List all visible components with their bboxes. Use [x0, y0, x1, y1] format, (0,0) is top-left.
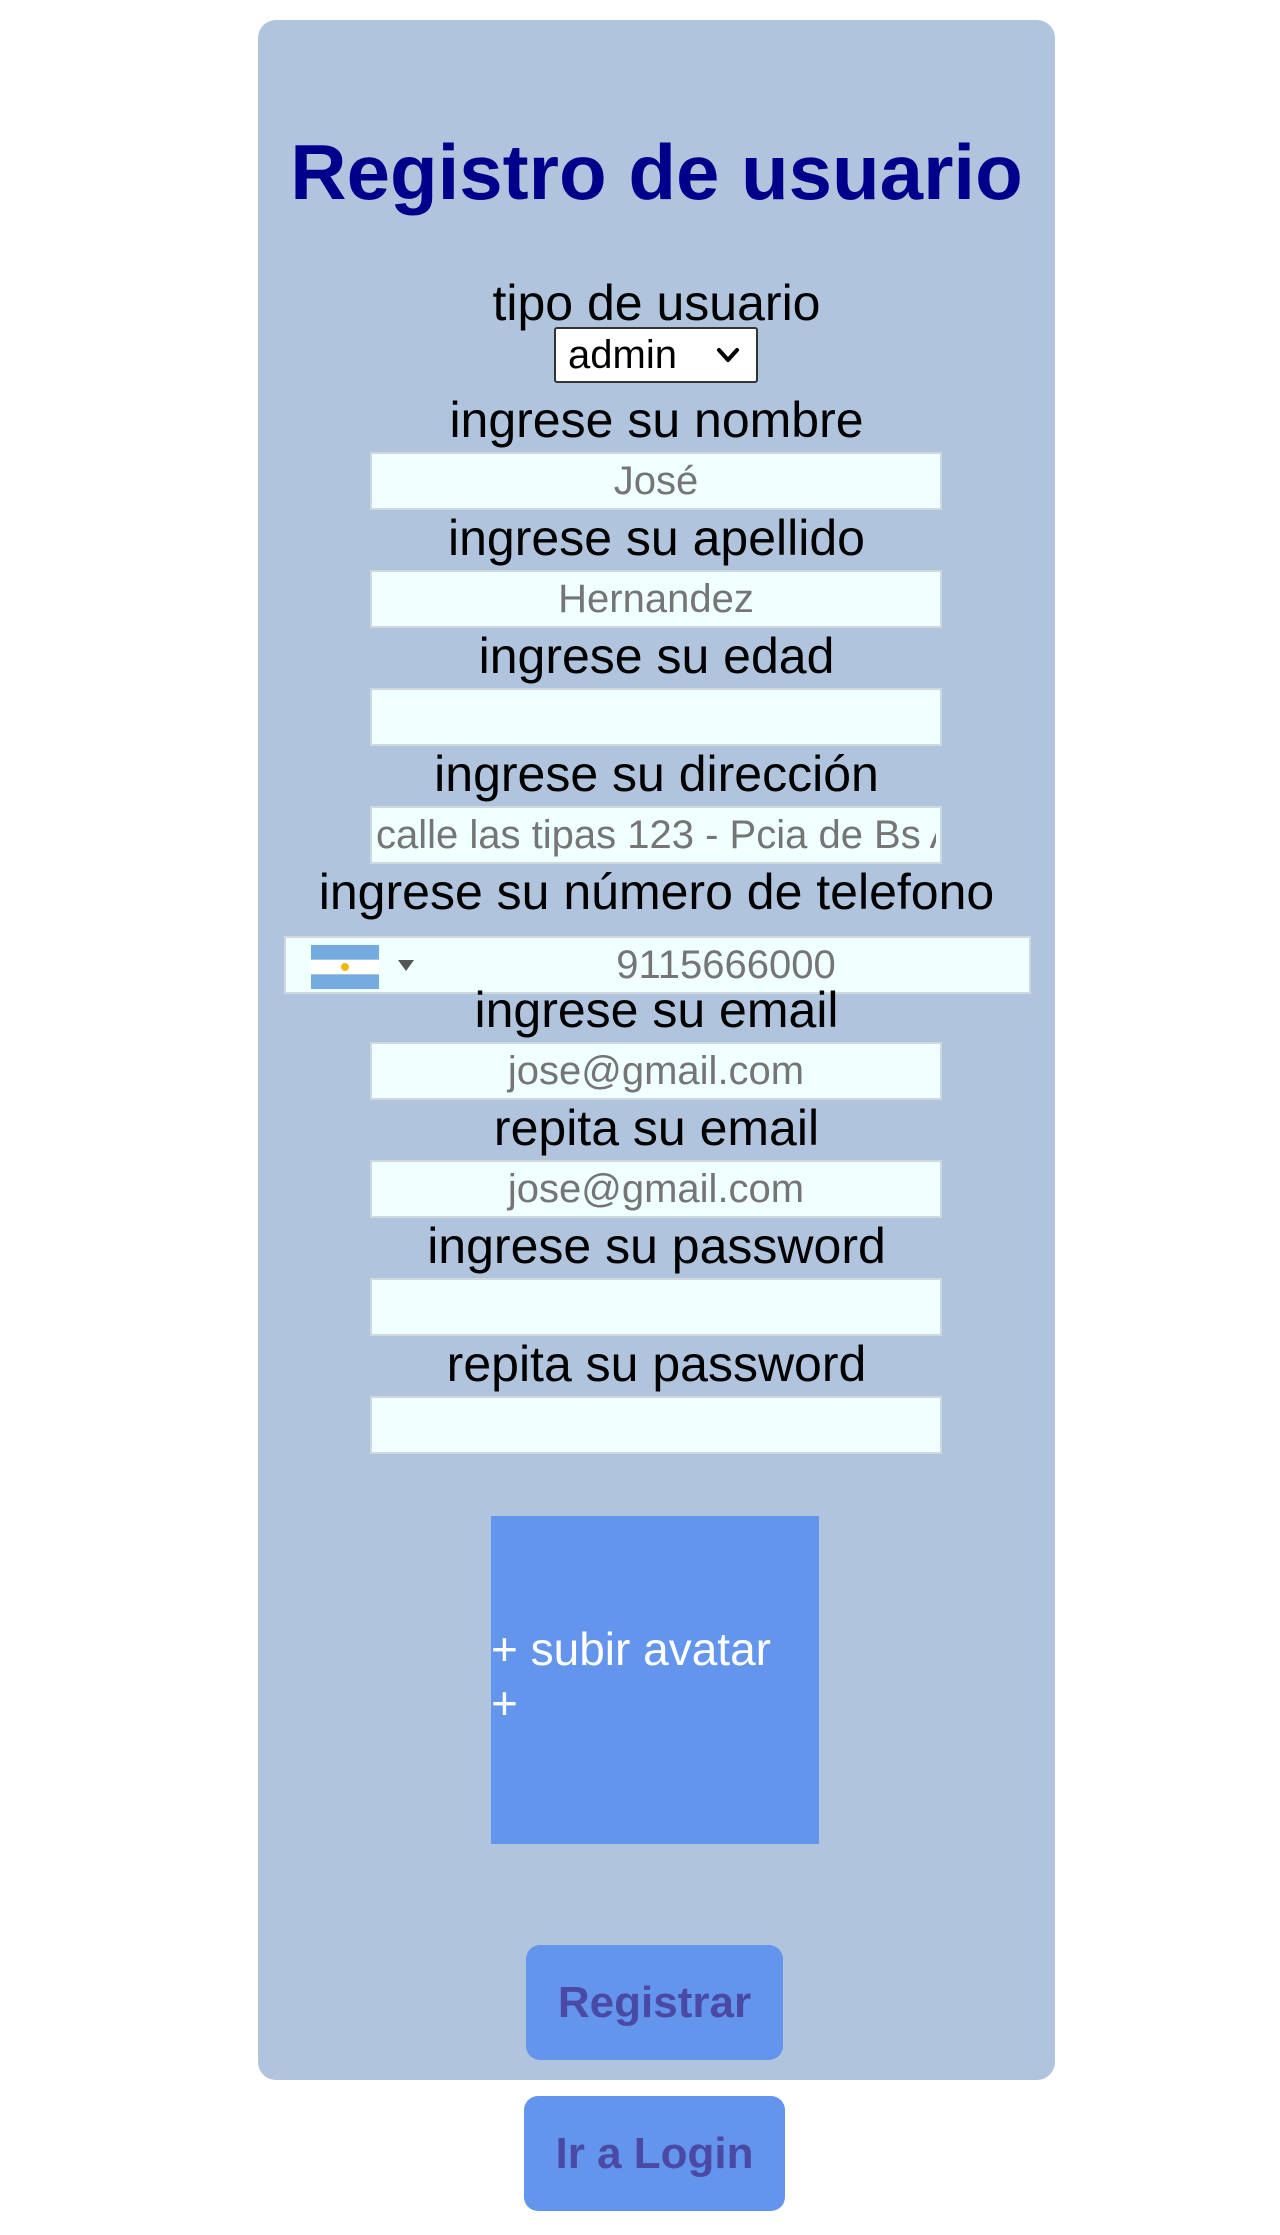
direccion-input[interactable] [370, 806, 942, 864]
apellido-label: ingrese su apellido [448, 510, 865, 566]
email-input[interactable] [370, 1042, 942, 1100]
password-repeat-label: repita su password [446, 1336, 867, 1392]
email-repeat-label: repita su email [493, 1100, 820, 1156]
country-dropdown-caret-icon[interactable] [398, 960, 414, 972]
direccion-label: ingrese su dirección [434, 746, 879, 802]
nombre-label: ingrese su nombre [449, 392, 864, 448]
chevron-down-icon [717, 348, 739, 362]
email-repeat-input[interactable] [370, 1160, 942, 1218]
telefono-label: ingrese su número de telefono [318, 864, 995, 920]
apellido-input[interactable] [370, 570, 942, 628]
edad-input[interactable] [370, 688, 942, 746]
upload-avatar-label: + subir avatar [491, 1623, 771, 1675]
upload-avatar-plus: + [491, 1677, 518, 1729]
user-type-select[interactable]: admin [554, 327, 758, 383]
registration-page: Registro de usuario tipo de usuario admi… [0, 0, 1280, 2235]
page-title: Registro de usuario [290, 128, 1023, 216]
nombre-input[interactable] [370, 452, 942, 510]
edad-label: ingrese su edad [478, 628, 835, 684]
user-type-label: tipo de usuario [492, 275, 821, 331]
register-button[interactable]: Registrar [526, 1945, 783, 2060]
password-input[interactable] [370, 1278, 942, 1336]
user-type-selected-value: admin [568, 332, 677, 377]
password-repeat-input[interactable] [370, 1396, 942, 1454]
registration-card: Registro de usuario tipo de usuario admi… [258, 20, 1055, 2080]
go-to-login-button[interactable]: Ir a Login [524, 2096, 785, 2211]
upload-avatar-button[interactable]: + subir avatar + [491, 1516, 819, 1844]
password-label: ingrese su password [427, 1218, 886, 1274]
email-label: ingrese su email [474, 982, 839, 1038]
